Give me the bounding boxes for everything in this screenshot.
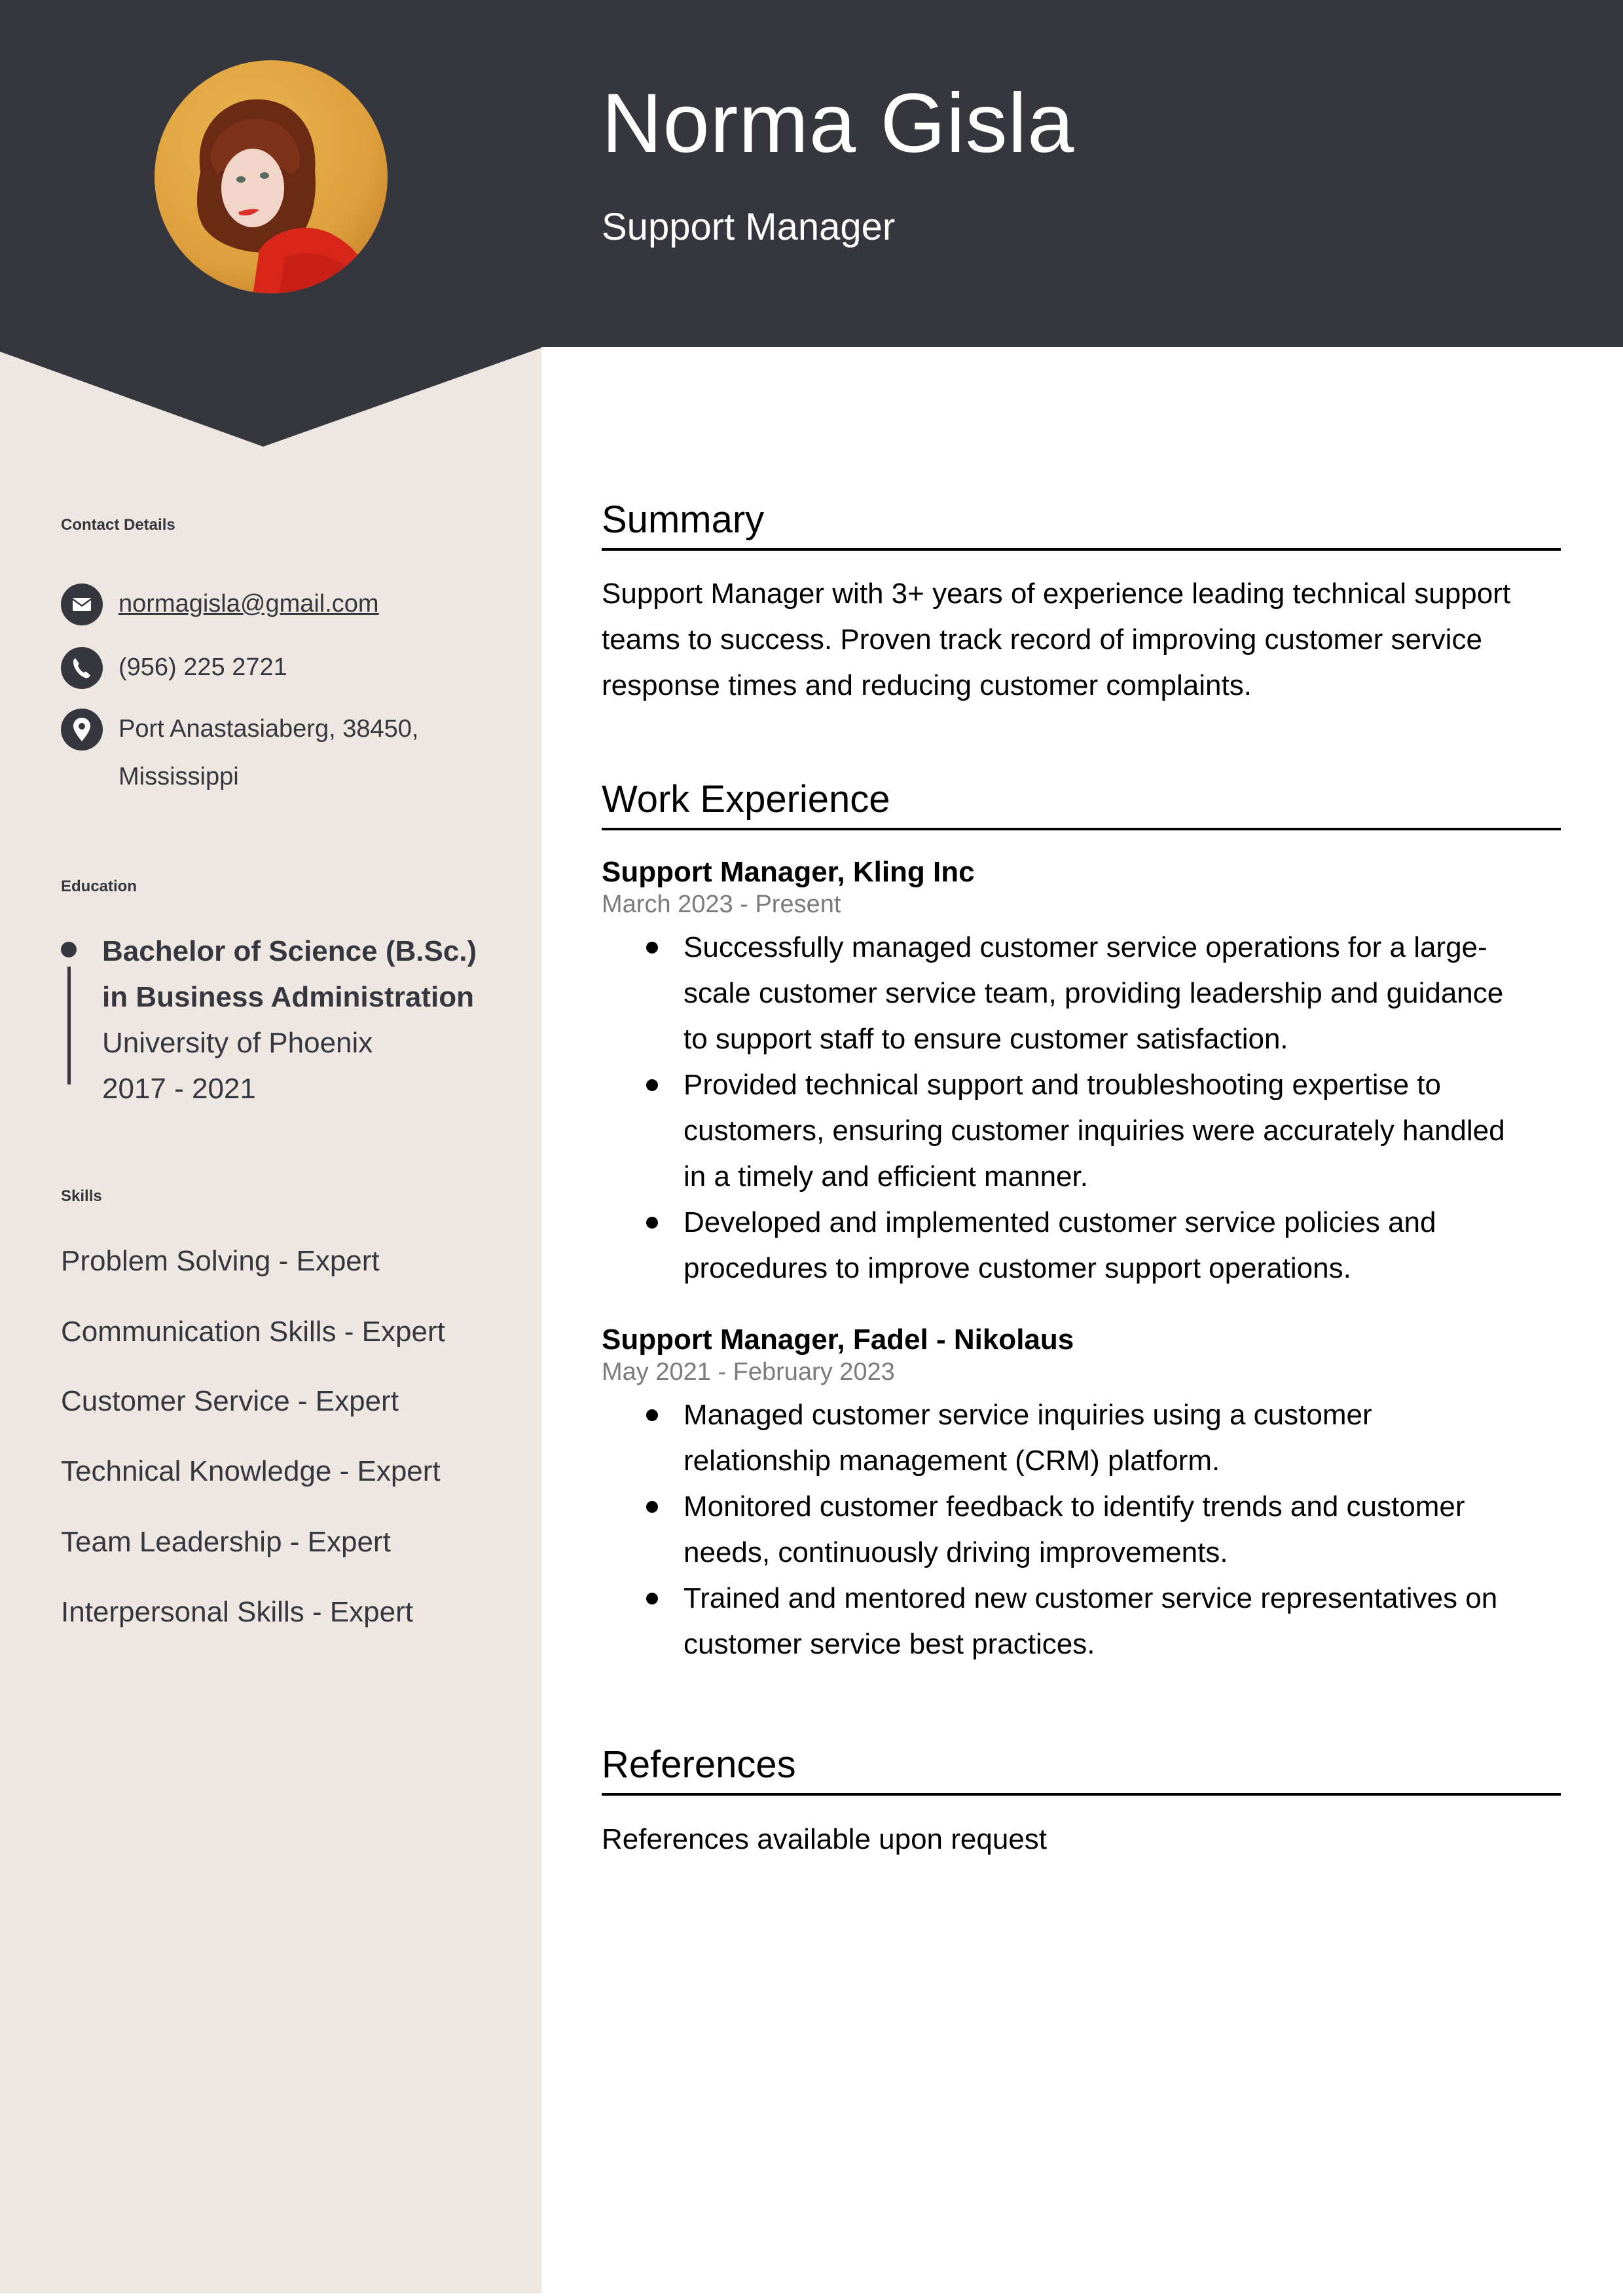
skill-item: Interpersonal Skills - Expert	[61, 1596, 413, 1628]
bullet-dot	[646, 1593, 658, 1605]
envelope-icon	[61, 583, 103, 625]
job-bullets: Successfully managed customer service op…	[602, 925, 1561, 1291]
job-title: Support Manager, Fadel - Nikolaus	[602, 1324, 1074, 1356]
summary-line: Support Manager with 3+ years of experie…	[602, 578, 1511, 610]
timeline-line	[67, 967, 71, 1084]
address-line-2: Mississippi	[119, 763, 239, 790]
skill-item: Team Leadership - Expert	[61, 1526, 391, 1558]
section-divider	[602, 548, 1561, 551]
bullet-item: Successfully managed customer service op…	[602, 925, 1561, 1062]
bullet-item: Monitored customer feedback to identify …	[602, 1484, 1561, 1576]
timeline-dot	[61, 942, 77, 957]
bullet-line: to support staff to ensure customer sati…	[684, 1023, 1288, 1056]
bullet-line: Trained and mentored new customer servic…	[684, 1582, 1498, 1615]
bullet-item: Managed customer service inquiries using…	[602, 1392, 1561, 1484]
bullet-dot	[646, 942, 658, 954]
job-dates: May 2021 - February 2023	[602, 1358, 895, 1386]
profile-photo-illustration	[155, 60, 388, 293]
summary-line: response times and reducing customer com…	[602, 669, 1252, 701]
bullet-item: Provided technical support and troublesh…	[602, 1062, 1561, 1200]
skills-heading: Skills	[61, 1187, 102, 1205]
summary-heading: Summary	[602, 498, 765, 541]
skill-item: Communication Skills - Expert	[61, 1316, 445, 1348]
job-bullets: Managed customer service inquiries using…	[602, 1392, 1561, 1667]
job-dates: March 2023 - Present	[602, 890, 841, 918]
references-heading: References	[602, 1743, 796, 1786]
degree-line-2: in Business Administration	[102, 981, 475, 1013]
email-link[interactable]: normagisla@gmail.com	[119, 590, 379, 618]
section-divider	[602, 828, 1561, 830]
summary-text: Support Manager with 3+ years of experie…	[602, 571, 1561, 709]
school-name: University of Phoenix	[102, 1027, 373, 1059]
job-entry: Support Manager, Kling Inc March 2023 - …	[602, 855, 1561, 1291]
profile-photo	[155, 60, 388, 293]
skill-item: Technical Knowledge - Expert	[61, 1455, 441, 1487]
experience-heading: Work Experience	[602, 778, 890, 821]
contact-address: Port Anastasiaberg, 38450, Mississippi	[61, 709, 418, 801]
bullet-line: needs, continuously driving improvements…	[684, 1536, 1228, 1569]
job-entry: Support Manager, Fadel - Nikolaus May 20…	[602, 1323, 1561, 1667]
map-pin-icon	[61, 709, 103, 750]
bullet-line: customers, ensuring customer inquiries w…	[684, 1115, 1505, 1147]
bullet-item: Developed and implemented customer servi…	[602, 1200, 1561, 1291]
phone-icon	[61, 647, 103, 689]
bullet-line: Successfully managed customer service op…	[684, 931, 1487, 964]
skill-item: Problem Solving - Expert	[61, 1245, 380, 1277]
bullet-line: Developed and implemented customer servi…	[684, 1206, 1436, 1239]
bullet-line: in a timely and efficient manner.	[684, 1160, 1088, 1193]
education-heading: Education	[61, 877, 137, 895]
summary-line: teams to success. Proven track record of…	[602, 623, 1482, 656]
bullet-dot	[646, 1409, 658, 1422]
job-title: Support Manager, Kling Inc	[602, 856, 975, 888]
bullet-line: Provided technical support and troublesh…	[684, 1069, 1441, 1102]
section-divider	[602, 1793, 1561, 1796]
bullet-line: scale customer service team, providing l…	[684, 977, 1504, 1010]
skill-item: Customer Service - Expert	[61, 1385, 399, 1417]
candidate-title: Support Manager	[602, 206, 896, 248]
candidate-name: Norma Gisla	[602, 77, 1075, 170]
degree-line-1: Bachelor of Science (B.Sc.)	[102, 935, 477, 967]
bullet-dot	[646, 1217, 658, 1229]
education-years: 2017 - 2021	[102, 1073, 256, 1105]
address-line-1: Port Anastasiaberg, 38450,	[119, 715, 419, 743]
references-text: References available upon request	[602, 1823, 1048, 1855]
contact-heading: Contact Details	[61, 515, 175, 534]
bullet-dot	[646, 1501, 658, 1513]
bullet-line: Managed customer service inquiries using…	[684, 1399, 1372, 1432]
bullet-line: Monitored customer feedback to identify …	[684, 1491, 1465, 1523]
bullet-item: Trained and mentored new customer servic…	[602, 1576, 1561, 1667]
contact-email: normagisla@gmail.com	[61, 583, 379, 628]
bullet-line: relationship management (CRM) platform.	[684, 1445, 1220, 1477]
bullet-line: customer service best practices.	[684, 1628, 1095, 1661]
phone-number: (956) 225 2721	[119, 654, 287, 681]
contact-phone: (956) 225 2721	[61, 647, 287, 692]
bullet-line: procedures to improve customer support o…	[684, 1252, 1351, 1285]
bullet-dot	[646, 1079, 658, 1092]
